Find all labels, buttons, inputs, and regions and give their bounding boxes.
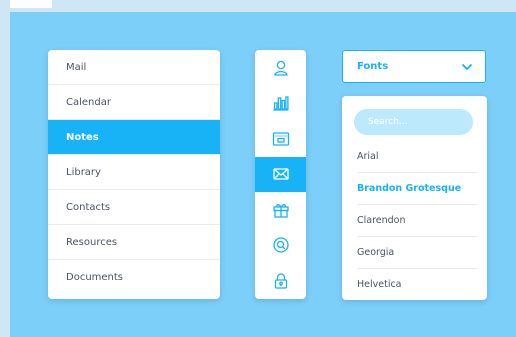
bar-chart-icon bbox=[273, 96, 289, 111]
font-search bbox=[354, 109, 473, 135]
search-circle-icon bbox=[272, 237, 289, 253]
gift-icon bbox=[272, 203, 289, 218]
icon-button-window[interactable] bbox=[255, 121, 306, 157]
envelope-icon bbox=[272, 168, 289, 180]
menu-item-mail[interactable]: Mail bbox=[48, 50, 220, 85]
font-option-helvetica[interactable]: Helvetica bbox=[357, 269, 477, 300]
font-search-input[interactable] bbox=[368, 117, 473, 127]
menu-item-calendar[interactable]: Calendar bbox=[48, 85, 220, 120]
page-edge-top bbox=[0, 0, 516, 12]
font-option-arial[interactable]: Arial bbox=[357, 141, 477, 173]
icon-button-user[interactable] bbox=[255, 50, 306, 86]
font-select[interactable]: Fonts bbox=[342, 50, 486, 83]
chevron-down-icon bbox=[461, 63, 473, 70]
font-option-clarendon[interactable]: Clarendon bbox=[357, 205, 477, 237]
page-edge-left bbox=[0, 0, 10, 337]
menu-item-library[interactable]: Library bbox=[48, 155, 220, 190]
lock-icon bbox=[274, 273, 287, 289]
icon-button-chart[interactable] bbox=[255, 86, 306, 122]
icon-sidebar bbox=[255, 50, 306, 299]
menu-item-notes[interactable]: Notes bbox=[48, 120, 220, 155]
menu-item-documents[interactable]: Documents bbox=[48, 260, 220, 295]
icon-button-lock[interactable] bbox=[255, 263, 306, 299]
font-option-brandon-grotesque[interactable]: Brandon Grotesque bbox=[357, 173, 477, 205]
user-icon bbox=[273, 60, 288, 76]
menu-item-contacts[interactable]: Contacts bbox=[48, 190, 220, 225]
font-select-label: Fonts bbox=[357, 61, 389, 72]
icon-button-mail[interactable] bbox=[255, 156, 306, 192]
navigation-menu: Mail Calendar Notes Library Contacts Res… bbox=[48, 50, 220, 299]
icon-button-search[interactable] bbox=[255, 228, 306, 264]
menu-item-resources[interactable]: Resources bbox=[48, 225, 220, 260]
font-dropdown-panel: Arial Brandon Grotesque Clarendon Georgi… bbox=[342, 96, 487, 300]
font-option-georgia[interactable]: Georgia bbox=[357, 237, 477, 269]
browser-window-icon bbox=[272, 132, 289, 146]
icon-button-gift[interactable] bbox=[255, 192, 306, 228]
